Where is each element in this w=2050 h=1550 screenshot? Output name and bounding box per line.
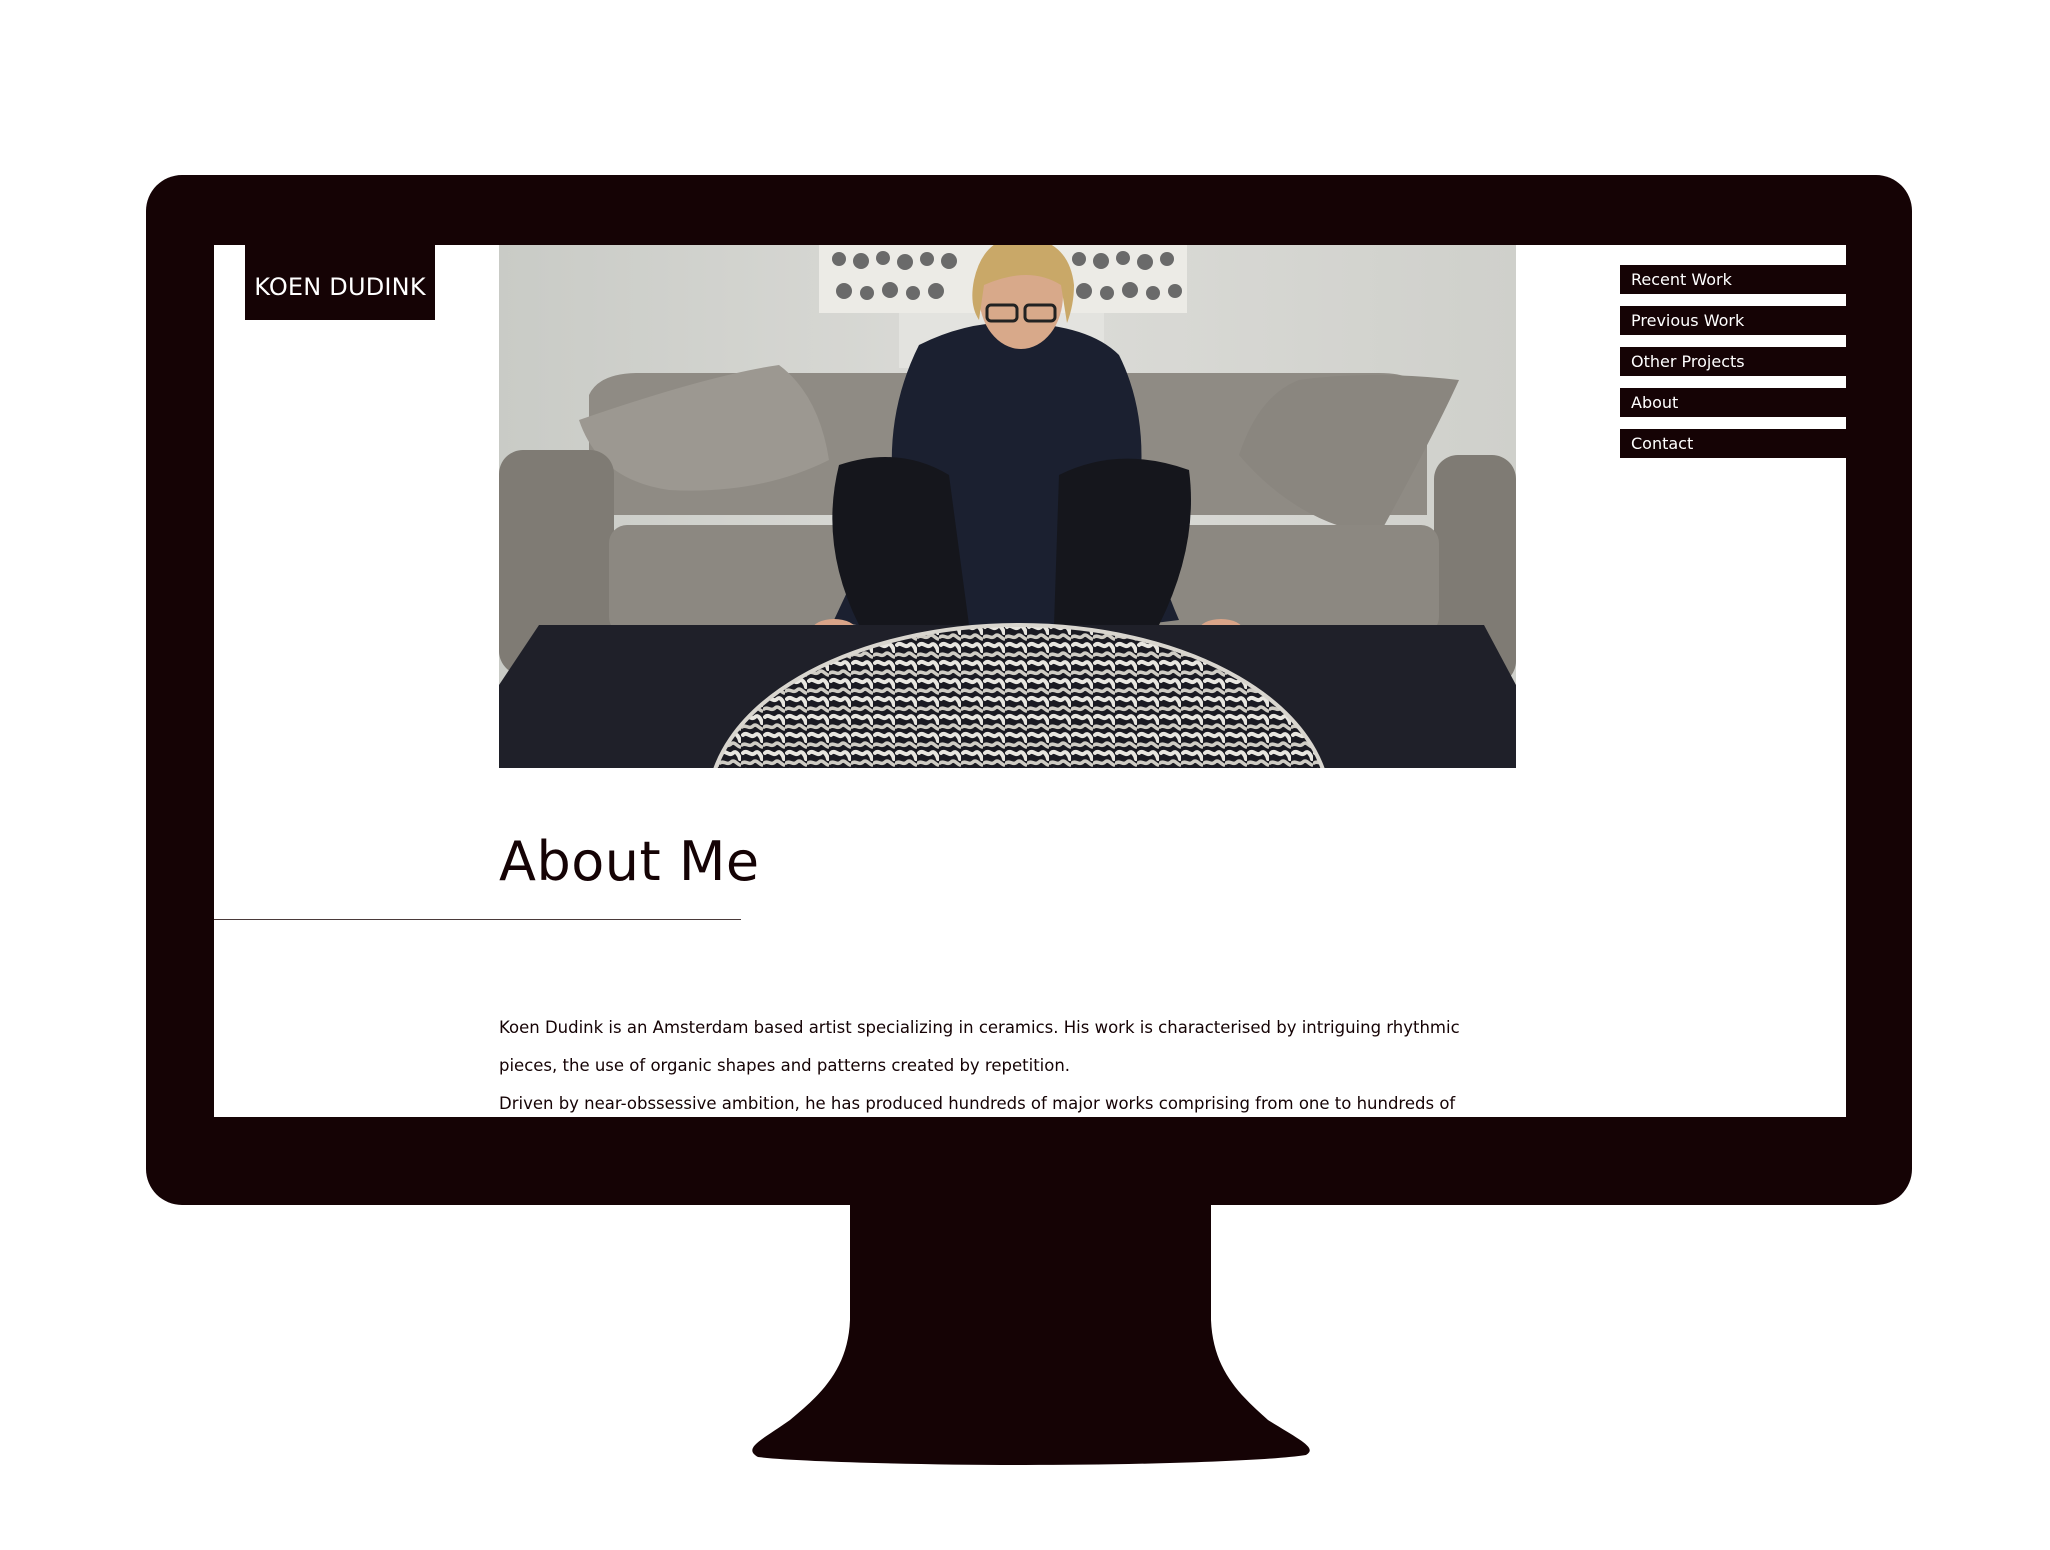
nav-recent-work[interactable]: Recent Work	[1620, 265, 1846, 294]
nav-about[interactable]: About	[1620, 388, 1846, 417]
bio-text: Koen Dudink is an Amsterdam based artist…	[499, 1009, 1509, 1117]
bio-paragraph: Koen Dudink is an Amsterdam based artist…	[499, 1018, 1460, 1075]
website-screen: KOEN DUDINK Recent Work Previous Work Ot…	[214, 245, 1846, 1117]
main-nav: Recent Work Previous Work Other Projects…	[1620, 265, 1846, 470]
nav-contact[interactable]: Contact	[1620, 429, 1846, 458]
title-divider	[214, 919, 741, 920]
page-title: About Me	[499, 830, 760, 893]
monitor-mockup: KOEN DUDINK Recent Work Previous Work Ot…	[0, 0, 2050, 1550]
hero-photo	[499, 245, 1516, 768]
hero-photo-illustration	[499, 245, 1516, 768]
bio-paragraph: Driven by near-obssessive ambition, he h…	[499, 1094, 1456, 1113]
site-logo[interactable]: KOEN DUDINK	[245, 245, 435, 320]
nav-previous-work[interactable]: Previous Work	[1620, 306, 1846, 335]
nav-other-projects[interactable]: Other Projects	[1620, 347, 1846, 376]
